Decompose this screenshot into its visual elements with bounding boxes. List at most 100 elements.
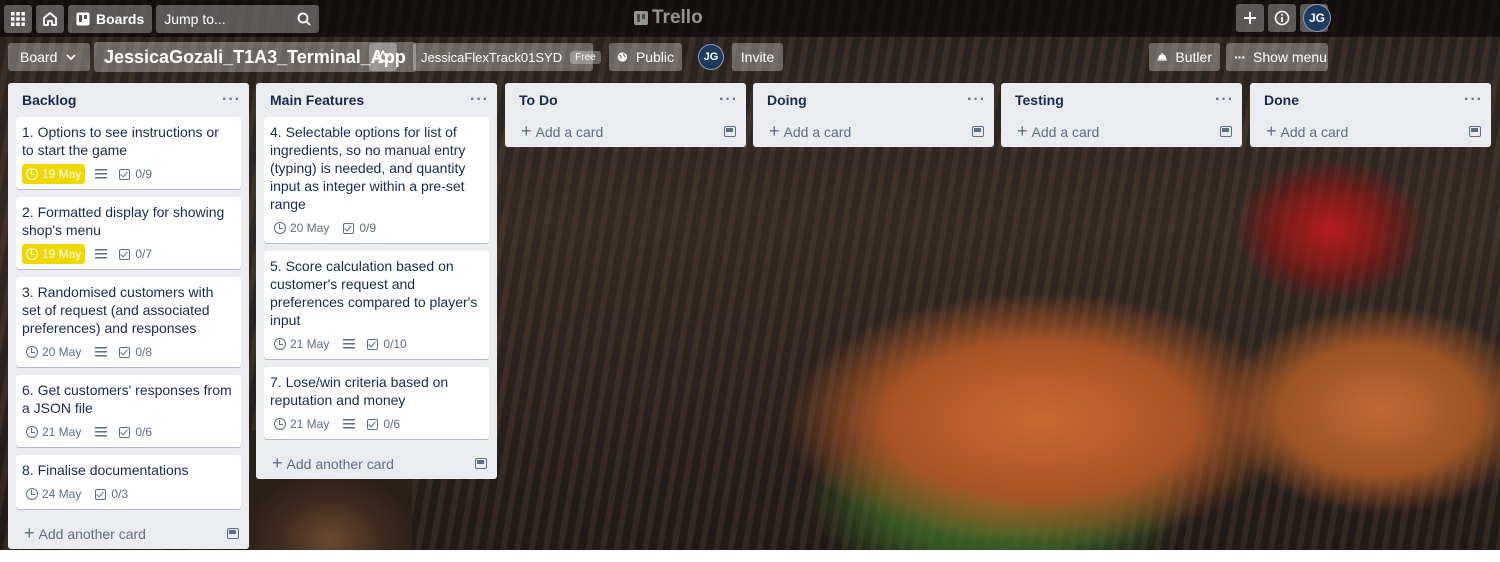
card[interactable]: 2. Formatted display for showing shop's … xyxy=(16,197,241,269)
add-card-button[interactable]: + Add a card xyxy=(1250,115,1491,147)
list-menu-icon[interactable]: ··· xyxy=(1215,91,1234,109)
board-title[interactable]: JessicaGozali_T1A3_Terminal_App xyxy=(94,42,416,72)
add-card-button[interactable]: + Add a card xyxy=(505,115,746,147)
list-menu-icon[interactable]: ··· xyxy=(719,91,738,109)
list-menu-icon[interactable]: ··· xyxy=(1464,91,1483,109)
create-button[interactable] xyxy=(1236,4,1264,32)
due-date-badge[interactable]: 20 May xyxy=(22,342,85,362)
card[interactable]: 3. Randomised customers with set of requ… xyxy=(16,277,241,367)
due-date-text: 21 May xyxy=(290,417,330,431)
due-date-badge[interactable]: 24 May xyxy=(22,484,85,504)
due-date-badge[interactable]: 19 May xyxy=(22,164,86,184)
board-member-avatar[interactable]: JG xyxy=(698,44,724,70)
description-icon xyxy=(95,347,108,357)
card-template-icon[interactable] xyxy=(972,125,984,137)
list-header: Main Features ··· xyxy=(256,83,497,117)
plus-icon: + xyxy=(24,522,35,543)
board-title-text: JessicaGozali_T1A3_Terminal_App xyxy=(104,46,406,67)
checklist-text: 0/8 xyxy=(135,345,153,359)
card-title: 6. Get customers' responses from a JSON … xyxy=(22,382,232,416)
list-title[interactable]: Backlog xyxy=(22,92,76,108)
plus-icon: + xyxy=(1017,120,1028,141)
list-menu-icon[interactable]: ··· xyxy=(470,91,489,109)
due-date-text: 21 May xyxy=(42,425,82,439)
list-backlog: Backlog ··· 1. Options to see instructio… xyxy=(8,83,249,549)
card-template-icon[interactable] xyxy=(475,457,487,469)
card-template-icon[interactable] xyxy=(1220,125,1232,137)
page-bottom xyxy=(0,550,1500,562)
description-icon xyxy=(95,169,108,179)
checklist-text: 0/6 xyxy=(135,425,153,439)
add-card-label: Add a card xyxy=(1280,123,1349,140)
board-view-label: Board xyxy=(20,49,58,65)
invite-button[interactable]: Invite xyxy=(732,43,783,71)
jump-to-search[interactable]: Jump to... xyxy=(156,4,320,33)
list-header: Done ··· xyxy=(1250,83,1491,117)
checklist-text: 0/7 xyxy=(135,247,153,261)
due-date-badge[interactable]: 21 May xyxy=(270,414,333,434)
list-menu-icon[interactable]: ··· xyxy=(222,91,241,109)
card-template-icon[interactable] xyxy=(227,527,239,539)
list-title[interactable]: To Do xyxy=(519,92,558,108)
add-card-button[interactable]: + Add a card xyxy=(753,115,994,147)
apps-button[interactable] xyxy=(4,4,32,33)
card[interactable]: 8. Finalise documentations 24 May 0/3 xyxy=(16,455,241,509)
visibility-button[interactable]: Public xyxy=(609,43,682,71)
list-menu-icon[interactable]: ··· xyxy=(967,91,986,109)
list-title[interactable]: Testing xyxy=(1015,92,1064,108)
card[interactable]: 7. Lose/win criteria based on reputation… xyxy=(264,367,489,439)
card[interactable]: 6. Get customers' responses from a JSON … xyxy=(16,375,241,447)
list-doing: Doing ··· + Add a card xyxy=(753,83,994,147)
card-badges: 19 May 0/7 xyxy=(22,243,233,265)
due-date-badge[interactable]: 21 May xyxy=(22,422,85,442)
team-button[interactable]: JessicaFlexTrack01SYD Free xyxy=(413,43,601,71)
description-icon xyxy=(95,249,108,259)
due-date-text: 19 May xyxy=(42,167,82,181)
checklist-text: 0/9 xyxy=(135,167,153,181)
card[interactable]: 4. Selectable options for list of ingred… xyxy=(264,117,489,243)
card-badges: 20 May 0/8 xyxy=(22,341,233,363)
card-template-icon[interactable] xyxy=(1469,125,1481,137)
user-avatar[interactable]: JG xyxy=(1303,4,1331,32)
card[interactable]: 5. Score calculation based on customer's… xyxy=(264,251,489,359)
list-title[interactable]: Main Features xyxy=(270,92,364,108)
trello-logo[interactable]: Trello xyxy=(634,7,703,29)
card-badges: 21 May 0/6 xyxy=(270,413,481,435)
description-icon xyxy=(343,419,356,429)
add-card-label: Add a card xyxy=(1031,123,1100,140)
card[interactable]: 1. Options to see instructions or to sta… xyxy=(16,117,241,189)
add-card-button[interactable]: + Add another card xyxy=(8,517,249,549)
card-title: 8. Finalise documentations xyxy=(22,462,189,478)
checklist-text: 0/6 xyxy=(383,417,401,431)
list-header: Backlog ··· xyxy=(8,83,249,117)
checklist-icon xyxy=(119,426,131,438)
show-menu-button[interactable]: ··· Show menu xyxy=(1226,43,1328,71)
card-title: 5. Score calculation based on customer's… xyxy=(270,258,478,328)
card-container: 4. Selectable options for list of ingred… xyxy=(256,117,497,439)
add-card-button[interactable]: + Add another card xyxy=(256,447,497,479)
plus-icon xyxy=(1244,12,1256,24)
plus-icon: + xyxy=(521,120,532,141)
checklist-badge: 0/9 xyxy=(119,167,152,181)
card-badges: 21 May 0/6 xyxy=(22,421,233,443)
info-button[interactable] xyxy=(1268,4,1296,32)
board-view-switcher[interactable]: Board xyxy=(8,43,90,71)
home-button[interactable] xyxy=(36,4,64,33)
list-title[interactable]: Doing xyxy=(767,92,807,108)
chevron-down-icon xyxy=(66,54,76,61)
due-date-badge[interactable]: 20 May xyxy=(270,218,333,238)
boards-button[interactable]: Boards xyxy=(68,4,153,33)
due-date-badge[interactable]: 19 May xyxy=(22,244,86,264)
clock-icon xyxy=(26,168,38,180)
card-title: 1. Options to see instructions or to sta… xyxy=(22,124,219,158)
due-date-text: 20 May xyxy=(290,221,330,235)
clock-icon xyxy=(274,418,286,430)
butler-button[interactable]: Butler xyxy=(1149,43,1220,71)
add-card-button[interactable]: + Add a card xyxy=(1001,115,1242,147)
clock-icon xyxy=(26,426,38,438)
card-title: 4. Selectable options for list of ingred… xyxy=(270,124,466,212)
list-title[interactable]: Done xyxy=(1264,92,1299,108)
card-template-icon[interactable] xyxy=(724,125,736,137)
star-board-button[interactable] xyxy=(369,43,397,71)
due-date-badge[interactable]: 21 May xyxy=(270,334,333,354)
